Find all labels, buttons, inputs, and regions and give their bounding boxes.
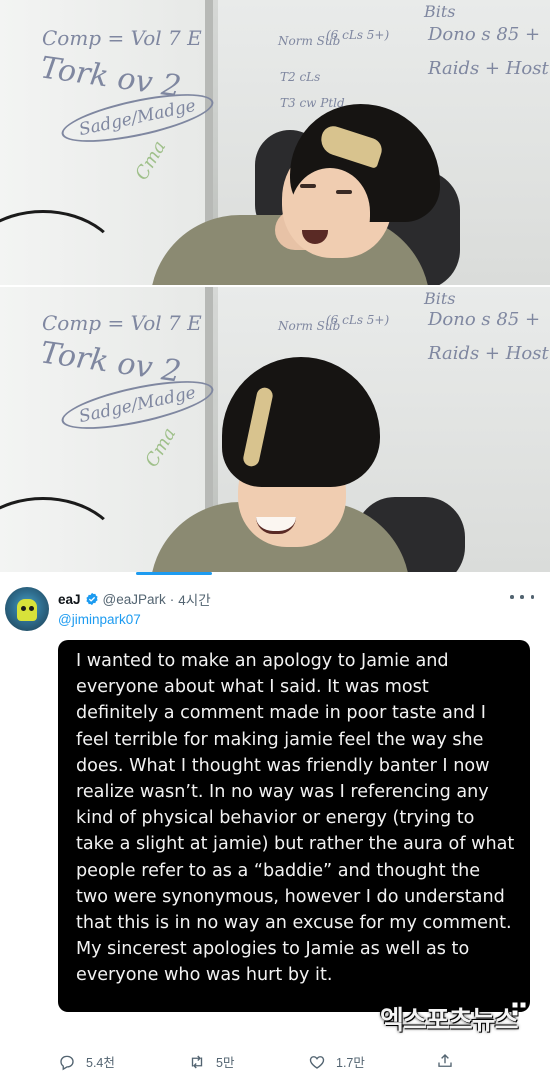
whiteboard-text: (6 cLs 5+) — [326, 313, 390, 327]
like-count: 1.7만 — [336, 1056, 365, 1070]
tweet-header: eaJ @eaJPark · 4시간 — [58, 589, 211, 609]
avatar-eye — [29, 606, 34, 611]
whiteboard-text: Raids + Host — [428, 343, 549, 364]
tweet-time[interactable]: 4시간 — [178, 589, 210, 609]
scroll-indicator — [136, 572, 212, 575]
share-button[interactable] — [436, 1052, 454, 1070]
whiteboard-text: Dono s 85 + — [428, 24, 541, 45]
whiteboard-text: Dono s 85 + — [428, 309, 541, 330]
tweet-image[interactable]: I wanted to make an apology to Jamie and… — [58, 640, 530, 1012]
retweet-button[interactable]: 5만 — [188, 1052, 234, 1071]
avatar-figure — [17, 599, 37, 621]
tweet-actions: 5.4천 5만 1.7만 — [58, 1052, 458, 1074]
retweet-icon — [191, 1055, 203, 1068]
stream-screenshot-bottom: Comp = Vol 7 E Tork ov 2 Sadge/Madge Cma… — [0, 287, 550, 572]
whiteboard-doodle: Cma — [141, 424, 181, 471]
whiteboard-text: Comp = Vol 7 E — [42, 311, 202, 335]
tweet: eaJ @eaJPark · 4시간 @jiminpark07 I wanted… — [0, 572, 550, 1078]
whiteboard-text: Raids + Host — [428, 58, 549, 79]
retweet-count: 5만 — [216, 1056, 235, 1070]
reply-count: 5.4천 — [86, 1056, 115, 1070]
person-eye — [300, 184, 316, 188]
share-icon — [438, 1054, 452, 1067]
reply-icon — [60, 1055, 74, 1070]
watermark: 엑스포츠뉴스 — [380, 1006, 519, 1036]
author-handle[interactable]: @eaJPark — [103, 592, 166, 607]
whiteboard-text: Comp = Vol 7 E — [42, 26, 202, 50]
author-name[interactable]: eaJ — [58, 592, 81, 607]
reply-button[interactable]: 5.4천 — [58, 1052, 115, 1071]
like-button[interactable]: 1.7만 — [308, 1052, 365, 1071]
avatar[interactable] — [5, 587, 49, 631]
verified-icon — [85, 592, 98, 606]
whiteboard-text: Bits — [424, 289, 456, 308]
more-icon[interactable] — [510, 590, 534, 604]
separator-dot: · — [169, 591, 175, 607]
person-eye — [336, 190, 352, 194]
apology-text: I wanted to make an apology to Jamie and… — [76, 651, 515, 986]
reply-to-link[interactable]: @jiminpark07 — [58, 612, 141, 627]
whiteboard-doodle: Cma — [131, 137, 171, 184]
person-face-lower — [290, 168, 370, 256]
stream-screenshot-top: Comp = Vol 7 E Tork ov 2 Sadge/Madge Cma… — [0, 0, 550, 285]
watermark-logo-icon — [511, 1001, 527, 1017]
like-icon — [309, 1055, 325, 1069]
avatar-eye — [21, 606, 26, 611]
whiteboard-text: (6 cLs 5+) — [326, 28, 390, 42]
whiteboard-text: T2 cLs — [280, 70, 321, 84]
whiteboard-text: Bits — [424, 2, 456, 21]
